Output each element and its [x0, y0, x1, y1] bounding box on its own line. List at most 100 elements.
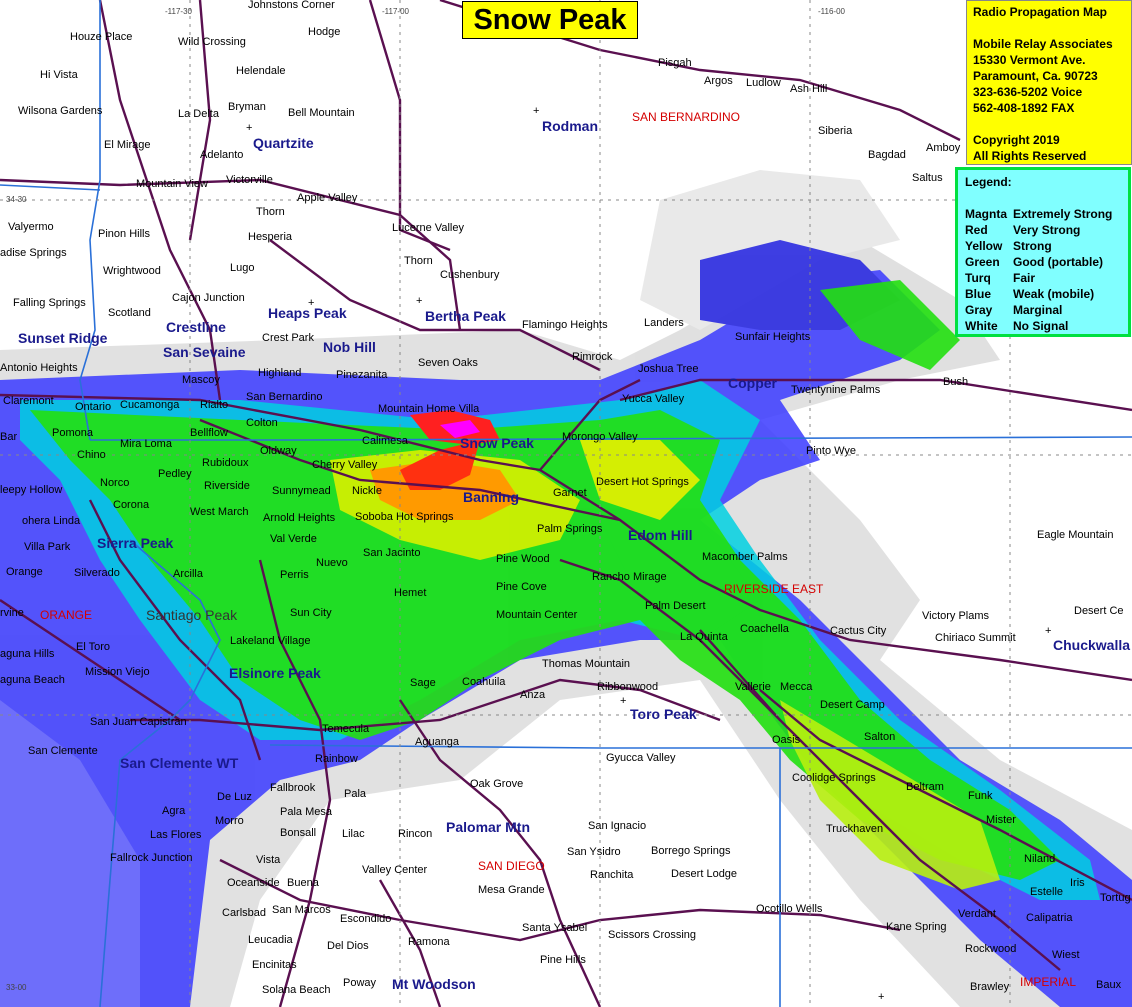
- town-label: Crest Park: [262, 332, 314, 344]
- town-label: Flamingo Heights: [522, 319, 608, 331]
- town-label: Mountain View: [136, 178, 208, 190]
- town-label: De Luz: [217, 791, 252, 803]
- town-label: Pala: [344, 788, 367, 800]
- town-label: Tortug: [1100, 892, 1131, 904]
- town-label: Lugo: [230, 262, 255, 274]
- town-label: Adelanto: [200, 149, 244, 161]
- town-label: Morro: [215, 815, 244, 827]
- legend-color: Blue: [965, 287, 992, 301]
- town-label: Coolidge Springs: [792, 772, 876, 784]
- legend-label: Weak (mobile): [1013, 287, 1095, 301]
- town-label: Rialto: [200, 399, 229, 411]
- town-label: Landers: [644, 317, 684, 329]
- town-label: San Ignacio: [588, 820, 647, 832]
- map-title: Snow Peak: [462, 1, 638, 39]
- town-label: Victory Plams: [922, 610, 990, 622]
- town-label: leepy Hollow: [0, 484, 63, 496]
- town-label: Falling Springs: [13, 297, 86, 309]
- town-label: Cactus City: [830, 625, 887, 637]
- town-label: Joshua Tree: [638, 363, 699, 375]
- town-label: Pinon Hills: [98, 228, 150, 240]
- legend-color: Green: [965, 255, 1000, 269]
- info-address: 15330 Vermont Ave.: [973, 53, 1086, 67]
- town-label: ohera Linda: [22, 515, 81, 527]
- town-label: Oldway: [260, 445, 297, 457]
- town-label: Mascoy: [182, 374, 220, 386]
- info-box: Radio Propagation Map Mobile Relay Assoc…: [966, 0, 1132, 165]
- town-label: Sunfair Heights: [735, 331, 811, 343]
- legend-label: Strong: [1013, 239, 1052, 253]
- legend-label: Very Strong: [1013, 223, 1081, 237]
- town-label: Poway: [343, 977, 377, 989]
- town-label: Fallrock Junction: [110, 852, 193, 864]
- legend-label: Good (portable): [1013, 255, 1103, 269]
- town-label: Yucca Valley: [622, 393, 685, 405]
- site-label: San Clemente WT: [120, 755, 239, 771]
- town-label: Helendale: [236, 65, 286, 77]
- town-label: Oceanside: [227, 877, 280, 889]
- town-label: Lakeland Village: [230, 635, 311, 647]
- site-label: Banning: [463, 489, 519, 505]
- town-label: Apple Valley: [297, 192, 358, 204]
- town-label: Ash Hill: [790, 83, 828, 95]
- town-label: Wrightwood: [103, 265, 161, 277]
- town-label: Temecula: [322, 723, 370, 735]
- town-label: Chino: [77, 449, 106, 461]
- town-label: Pine Hills: [540, 954, 586, 966]
- town-label: Antonio Heights: [0, 362, 78, 374]
- town-label: Victorville: [226, 174, 273, 186]
- legend-color: Yellow: [965, 239, 1003, 253]
- town-label: Soboba Hot Springs: [355, 511, 454, 523]
- site-label: Bertha Peak: [425, 308, 506, 324]
- town-label: San Clemente: [28, 745, 98, 757]
- legend-row: Gray Marginal: [965, 302, 1121, 318]
- town-label: Orange: [6, 566, 43, 578]
- legend-row: Yellow Strong: [965, 238, 1121, 254]
- town-label: Desert Camp: [820, 699, 885, 711]
- site-marker-icon: +: [620, 695, 627, 707]
- town-label: Saltus: [912, 172, 943, 184]
- town-label: Funk: [968, 790, 993, 802]
- town-label: Santa Ysabel: [522, 922, 588, 934]
- town-label: Hi Vista: [40, 69, 78, 81]
- town-label: Del Dios: [327, 940, 369, 952]
- town-label: Beltram: [906, 781, 944, 793]
- town-label: Riverside: [204, 480, 250, 492]
- town-label: Vallerie: [735, 681, 771, 693]
- legend-label: Marginal: [1013, 303, 1063, 317]
- county-label: RIVERSIDE EAST: [724, 582, 824, 596]
- site-marker-icon: +: [416, 295, 423, 307]
- town-label: Ludlow: [746, 77, 781, 89]
- town-label: San Juan Capistran: [90, 716, 187, 728]
- grid-label: -116-00: [818, 7, 845, 16]
- legend-label: Extremely Strong: [1013, 207, 1113, 221]
- town-label: Leucadia: [248, 934, 293, 946]
- town-label: Norco: [100, 477, 130, 489]
- county-label: IMPERIAL: [1020, 975, 1077, 989]
- town-label: San Jacinto: [363, 547, 421, 559]
- town-label: Bryman: [228, 101, 266, 113]
- county-label: SAN DIEGO: [478, 859, 545, 873]
- info-company: Mobile Relay Associates: [973, 37, 1113, 51]
- town-label: Sunnymead: [272, 485, 331, 497]
- grid-label: 33-00: [6, 983, 27, 992]
- town-label: Desert Hot Springs: [596, 476, 689, 488]
- town-label: aguna Beach: [0, 674, 65, 686]
- town-label: adise Springs: [0, 247, 67, 259]
- town-label: Ribbonwood: [597, 681, 659, 693]
- town-label: Pomona: [52, 427, 93, 439]
- town-label: Morongo Valley: [562, 431, 638, 443]
- town-label: Amboy: [926, 142, 961, 154]
- info-fax: 562-408-1892 FAX: [973, 101, 1075, 115]
- town-label: Johnstons Corner: [248, 0, 335, 11]
- town-label: Las Flores: [150, 829, 202, 841]
- town-label: Hodge: [308, 26, 341, 38]
- grid-label: -117-00: [382, 7, 409, 16]
- legend-label: Fair: [1013, 271, 1036, 285]
- site-marker-icon: +: [878, 991, 885, 1003]
- info-city: Paramount, Ca. 90723: [973, 69, 1098, 83]
- town-label: Encinitas: [252, 959, 297, 971]
- legend-row: Magnta Extremely Strong: [965, 206, 1121, 222]
- site-label: Crestline: [166, 319, 226, 335]
